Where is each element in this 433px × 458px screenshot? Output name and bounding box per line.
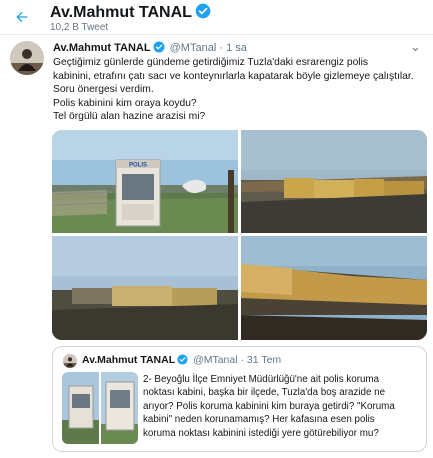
tweet-photo-2[interactable] [241,130,427,233]
quoted-separator: · [240,354,245,366]
tweet-text: Geçtiğimiz günlerde gündeme getirdiğimiz… [53,56,428,124]
quoted-text: 2- Beyoğlu İlçe Emniyet Müdürlüğü'ne ait… [143,373,423,440]
quoted-handle: @MTanal [193,354,238,366]
avatar[interactable] [10,41,44,75]
tweet-text-line: kabinini, etrafını çatı sacı ve konteynı… [53,70,414,82]
tweet-time[interactable]: 1 sa [226,42,247,54]
tweet-photo-1[interactable]: POLIS [52,130,238,233]
tweet-text-line: Polis kabinini kim oraya koydu? [53,97,197,109]
tweet-media-grid: POLIS [52,130,427,340]
tweet-photo-3[interactable] [52,236,238,340]
quoted-text-line: kabini" neden korunamamış? Her kafasına … [143,414,375,426]
quoted-tweet[interactable]: Av.Mahmut TANAL @MTanal · 31 Tem 2- Beyo… [52,346,427,452]
author-handle[interactable]: @MTanal [170,42,217,54]
header-divider [0,34,433,35]
verified-badge-icon [195,3,211,19]
quoted-text-line: koruma noktası kabinini istediği yere gö… [143,427,379,439]
tweet-count: 10,2 B Tweet [50,22,109,33]
quoted-author-name: Av.Mahmut TANAL [82,354,176,366]
photo-sign-text: POLIS [129,163,147,169]
verified-badge-icon [177,354,188,365]
author-name[interactable]: Av.Mahmut TANAL [53,42,151,54]
quoted-photo-1 [62,372,99,444]
quoted-photo-2 [101,372,138,444]
quoted-meta: Av.Mahmut TANAL @MTanal · 31 Tem [82,354,281,366]
back-arrow-icon[interactable] [14,9,30,25]
header-title: Av.Mahmut TANAL [50,3,211,22]
header-title-text: Av.Mahmut TANAL [50,4,192,21]
quoted-date: 31 Tem [246,354,282,366]
quoted-media [62,372,138,444]
quoted-avatar [63,354,77,368]
meta-separator: · [219,42,224,54]
profile-header: Av.Mahmut TANAL 10,2 B Tweet [0,0,433,34]
chevron-down-icon[interactable]: ⌄ [410,39,421,55]
quoted-text-line: noktası kabini, başka bir ilçede, Tuzla'… [143,387,386,399]
quoted-text-line: arıyor? Polis koruma kabinini kim buraya… [143,400,395,412]
tweet-meta: Av.Mahmut TANAL @MTanal · 1 sa [53,41,247,54]
verified-badge-icon [153,41,165,53]
quoted-text-line: 2- Beyoğlu İlçe Emniyet Müdürlüğü'ne ait… [143,374,380,385]
tweet-text-line: Soru önergesi verdim. [53,84,154,95]
tweet-text-line: Tel örgülü alan hazine arazisi mi? [53,111,206,122]
tweet-photo-4[interactable] [241,236,427,340]
tweet-text-line: Geçtiğimiz günlerde gündeme getirdiğimiz… [53,57,369,68]
